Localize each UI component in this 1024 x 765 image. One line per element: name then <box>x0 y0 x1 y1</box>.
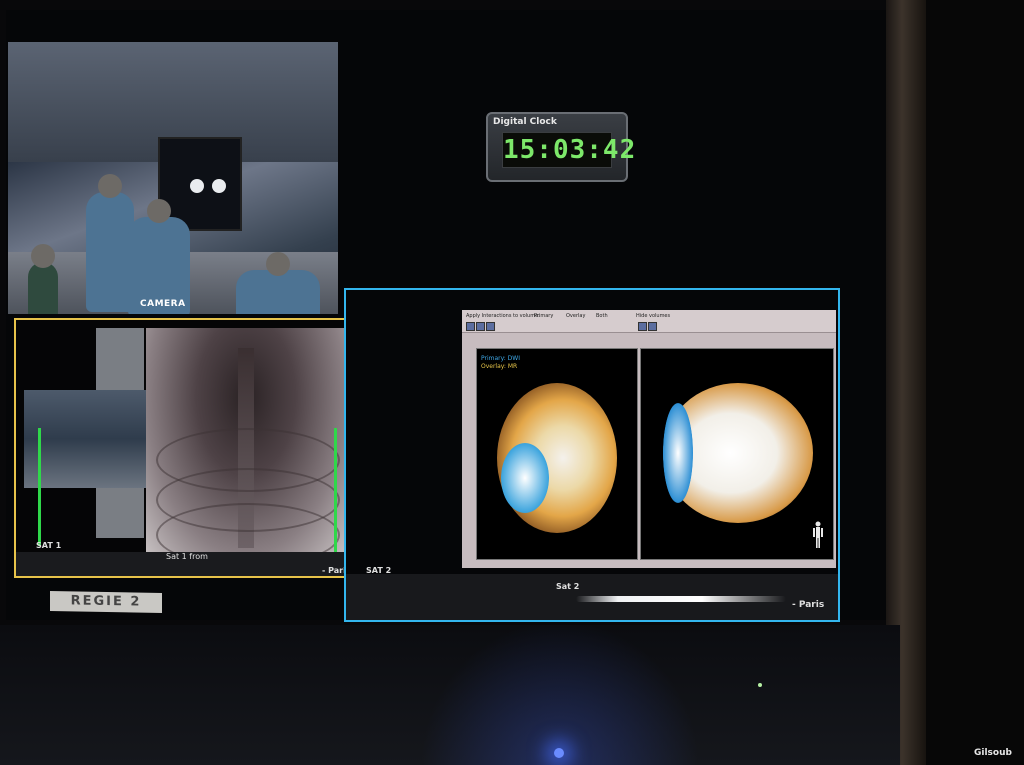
display-spot <box>190 179 204 193</box>
mri-viewer-window: Apply Interactions to volume: Primary Ov… <box>462 310 836 568</box>
green-status-led <box>758 683 762 687</box>
clock-display: 15:03:42 <box>502 132 637 168</box>
zoom-tool-icon[interactable] <box>466 322 475 331</box>
audio-level-meter-right <box>334 428 337 558</box>
viewer-toolbar: Apply Interactions to volume: Primary Ov… <box>462 310 836 333</box>
radio-overlay[interactable]: Overlay <box>566 313 585 319</box>
sat2-caption: Sat 2 <box>556 582 580 591</box>
toolbar-title: Apply Interactions to volume: <box>466 313 540 319</box>
sat1-video-inset <box>24 390 152 488</box>
photographer-watermark: Gilsoub <box>974 748 1012 758</box>
photo-scene: CAMERA Digital Clock 15:03:42 SAT 1 Sat … <box>0 0 1024 765</box>
sat1-caption: Sat 1 from <box>166 552 208 561</box>
lesion-highlight <box>501 443 549 513</box>
clock-title: Digital Clock <box>493 117 557 127</box>
blue-power-led <box>554 748 564 758</box>
surgeon-figure <box>86 174 134 312</box>
radio-primary[interactable]: Primary <box>534 313 553 319</box>
sat2-location: - Paris <box>792 600 825 610</box>
volume-primary-label: Primary: DWI <box>481 355 520 362</box>
display-spot <box>212 179 226 193</box>
hide-volume-icon[interactable] <box>638 322 647 331</box>
staff-figure <box>28 244 58 314</box>
audio-level-meter-left <box>38 428 41 546</box>
blue-glow <box>420 620 700 765</box>
contrast-tool-icon[interactable] <box>486 322 495 331</box>
xray-image <box>146 328 346 567</box>
lesion-highlight <box>663 403 693 503</box>
axial-brain-scan <box>497 383 617 533</box>
sat2-panel: Apply Interactions to volume: Primary Ov… <box>344 288 840 622</box>
surgeon-figure <box>236 252 320 314</box>
axial-view[interactable]: Primary: DWI Overlay: MR <box>476 348 638 560</box>
sat1-panel: SAT 1 Sat 1 from - Paris <box>14 318 358 578</box>
regie-label: REGIE 2 <box>50 591 162 613</box>
clock-time: 15:03:42 <box>503 135 637 165</box>
sat2-label: SAT 2 <box>366 566 392 575</box>
coronal-brain-scan <box>663 383 813 523</box>
camera-feed <box>8 42 338 314</box>
volume-overlay-label: Overlay: MR <box>481 363 518 370</box>
body-orientation-icon <box>813 521 823 548</box>
hide-volumes-label: Hide volumes <box>636 313 671 319</box>
coronal-view[interactable] <box>640 348 834 560</box>
radio-both[interactable]: Both <box>596 313 608 319</box>
digital-clock-widget: Digital Clock 15:03:42 <box>486 112 637 182</box>
sat1-label: SAT 1 <box>36 541 62 550</box>
camera-label: CAMERA <box>140 299 186 309</box>
pan-tool-icon[interactable] <box>476 322 485 331</box>
rack-shadow <box>926 0 1024 765</box>
signal-streak <box>576 596 786 602</box>
show-volume-icon[interactable] <box>648 322 657 331</box>
